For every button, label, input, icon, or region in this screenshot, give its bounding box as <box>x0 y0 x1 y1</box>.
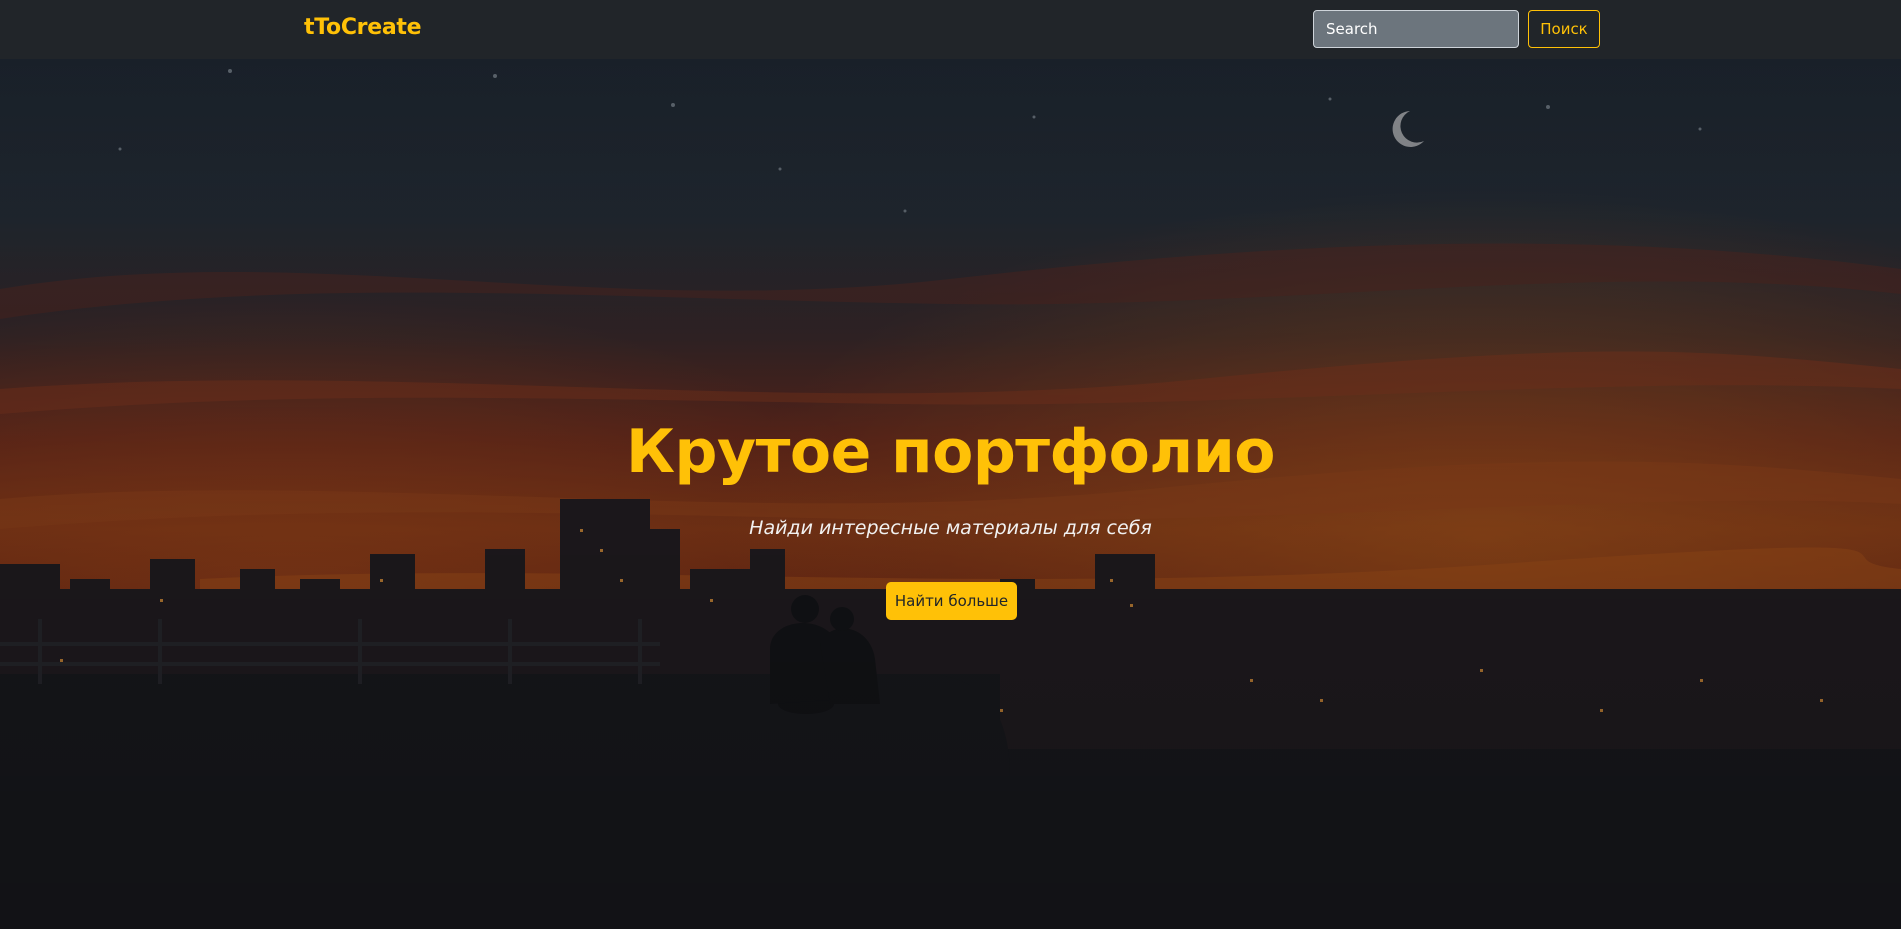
hero-title: Крутое портфолио <box>625 417 1276 487</box>
brand-logo[interactable]: tToCreate <box>304 15 422 40</box>
hero-subtitle: Найди интересные материалы для себя <box>749 517 1152 539</box>
hero-background-image <box>0 59 1901 929</box>
find-more-button[interactable]: Найти больше <box>886 582 1017 620</box>
navbar: tToCreate Поиск <box>0 0 1901 59</box>
hero-section: Крутое портфолио Найди интересные матери… <box>0 59 1901 929</box>
search-button[interactable]: Поиск <box>1528 10 1600 48</box>
search-input[interactable] <box>1313 10 1519 48</box>
page: tToCreate Поиск <box>0 0 1901 929</box>
